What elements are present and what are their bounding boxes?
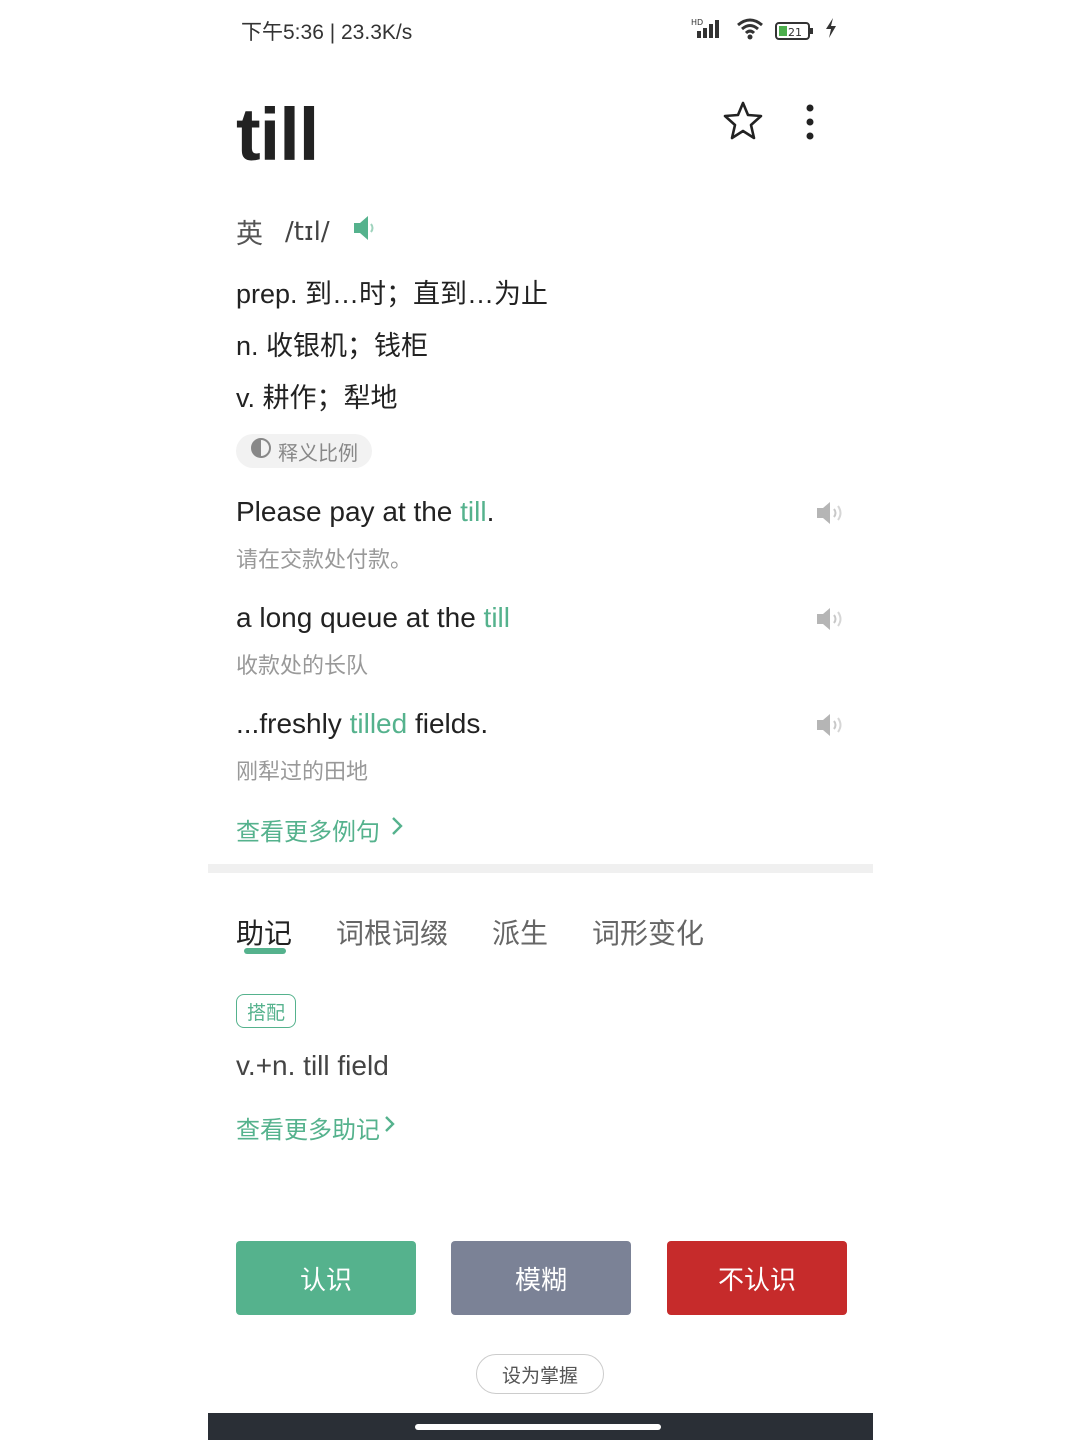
speaker-icon[interactable]	[352, 213, 378, 250]
tab-roots-affixes[interactable]: 词根词缀	[336, 912, 448, 952]
example-sentence: Please pay at the till.	[236, 496, 495, 527]
tab-mnemonic[interactable]: 助记	[236, 912, 292, 952]
example-speaker-icon[interactable]	[815, 712, 845, 743]
screen: 下午5:36 | 23.3K/s HD 21 till 英 /tɪl/ prep…	[208, 0, 873, 1440]
example-speaker-icon[interactable]	[815, 500, 845, 531]
more-vertical-icon[interactable]	[805, 104, 815, 145]
star-icon[interactable]	[723, 100, 763, 145]
charging-icon	[825, 17, 837, 44]
more-examples-link[interactable]: 查看更多例句	[236, 812, 404, 847]
chevron-right-icon	[390, 815, 404, 844]
tab-derivatives[interactable]: 派生	[492, 912, 548, 952]
more-mnemonics-label: 查看更多助记	[236, 1117, 380, 1144]
more-mnemonics-link[interactable]: 查看更多助记	[236, 1110, 396, 1145]
pronunciation-row: 英 /tɪl/	[236, 212, 378, 251]
example-translation: 请在交款处付款。	[236, 547, 413, 572]
example-speaker-icon[interactable]	[815, 606, 845, 637]
definition-ratio-chip[interactable]: 释义比例	[236, 434, 372, 468]
headword: till	[236, 93, 319, 176]
more-examples-label: 查看更多例句	[236, 819, 380, 846]
home-indicator[interactable]	[415, 1424, 661, 1430]
chevron-right-icon	[384, 1113, 396, 1142]
phonetic: /tɪl/	[285, 216, 330, 247]
definition-verb: v. 耕作；犁地	[236, 383, 398, 413]
svg-text:HD: HD	[691, 18, 703, 27]
unknown-button[interactable]: 不认识	[667, 1241, 847, 1315]
collocation-badge: 搭配	[236, 994, 297, 1028]
status-icons: HD 21	[691, 16, 837, 45]
tab-word-forms[interactable]: 词形变化	[592, 912, 704, 952]
battery-icon: 21	[775, 20, 815, 42]
svg-text:21: 21	[788, 26, 802, 39]
definition-noun: n. 收银机；钱柜	[236, 331, 429, 361]
active-tab-indicator	[244, 948, 286, 954]
example-sentence: a long queue at the till	[236, 602, 510, 633]
definition-prep: prep. 到…时；直到…为止	[236, 279, 549, 309]
collocation-text: v.+n. till field	[236, 1050, 389, 1081]
tab-bar: 助记 词根词缀 派生 词形变化	[236, 912, 704, 952]
vague-button[interactable]: 模糊	[451, 1241, 631, 1315]
example-translation: 刚犁过的田地	[236, 759, 369, 784]
example-translation: 收款处的长队	[236, 653, 369, 678]
signal-icon: HD	[691, 16, 725, 45]
status-time-speed: 下午5:36 | 23.3K/s	[241, 21, 413, 44]
know-button[interactable]: 认识	[236, 1241, 416, 1315]
wifi-icon	[735, 16, 765, 45]
example-sentence: ...freshly tilled fields.	[236, 708, 489, 739]
set-mastered-button[interactable]: 设为掌握	[476, 1354, 604, 1394]
ratio-chip-label: 释义比例	[278, 442, 358, 465]
section-divider	[208, 864, 873, 873]
half-circle-icon	[250, 437, 272, 465]
accent-label: 英	[236, 219, 263, 249]
